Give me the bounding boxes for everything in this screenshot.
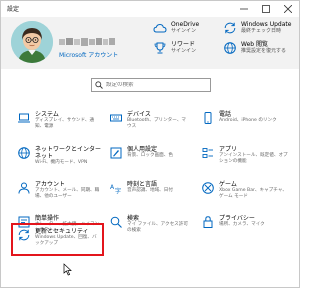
time-language-icon: A 字 — [110, 184, 121, 195]
sync-icon — [224, 22, 236, 34]
header-onedrive-sub: サインイン — [171, 28, 197, 34]
mouse-cursor-icon — [63, 263, 72, 276]
search-input[interactable] — [106, 82, 206, 88]
category-gaming-title: ゲーム — [219, 181, 237, 188]
category-search[interactable]: 検索 マイ ファイル、アクセス許可の検索 — [109, 215, 189, 234]
title-bar: 設定 — [1, 1, 299, 17]
category-phone-desc: Android、iPhone のリンク — [219, 118, 277, 123]
laptop-icon — [18, 113, 30, 123]
cloud-icon — [153, 23, 167, 33]
search-icon — [110, 216, 122, 228]
category-phone-title: 電話 — [219, 111, 232, 118]
header-rewards[interactable]: リワード サインイン — [153, 41, 196, 55]
category-personalization[interactable]: 個人用設定 背景、ロック画面、色 — [109, 146, 189, 160]
header-onedrive-title: OneDrive — [171, 21, 200, 28]
header-windows-update-sub: 最終チェック日時 — [241, 28, 282, 34]
category-search-title: 検索 — [127, 215, 140, 222]
category-privacy[interactable]: プライバシー 場所、カメラ、マイク — [201, 215, 291, 229]
category-devices-desc: Bluetooth、プリンター、マウス — [127, 118, 187, 129]
category-apps[interactable]: アプリ アンインストール、既定値、オプションの機能 — [201, 146, 291, 165]
close-icon — [284, 4, 292, 13]
header-web-browsing-title: Web 閲覧 — [241, 41, 268, 48]
maximize-button[interactable] — [255, 1, 277, 16]
category-time-language-desc: 音声認識、地域、日付 — [127, 188, 173, 193]
category-personalization-desc: 背景、ロック画面、色 — [127, 153, 173, 158]
settings-search-box[interactable] — [91, 78, 211, 92]
person-icon — [18, 182, 30, 194]
minimize-button[interactable] — [233, 1, 255, 16]
category-privacy-desc: 場所、カメラ、マイク — [219, 222, 265, 227]
account-header: Microsoft アカウント OneDrive サインイン Windows U… — [1, 17, 299, 69]
header-rewards-sub: サインイン — [171, 48, 197, 54]
header-onedrive[interactable]: OneDrive サインイン — [153, 21, 199, 35]
maximize-icon — [262, 4, 270, 13]
category-gaming[interactable]: ゲーム Xbox Game Bar、キャプチャ、ゲーム モード — [201, 181, 291, 200]
obscured-user-name — [59, 38, 115, 46]
phone-icon — [204, 112, 212, 124]
header-windows-update[interactable]: Windows Update 最終チェック日時 — [223, 21, 291, 35]
lock-icon — [203, 216, 213, 228]
search-icon — [92, 79, 106, 91]
category-system-desc: ディスプレイ、サウンド、通知、電源 — [35, 118, 95, 129]
category-apps-desc: アンインストール、既定値、オプションの機能 — [219, 153, 288, 164]
brush-icon — [110, 147, 122, 159]
category-network[interactable]: ネットワークとインターネット Wi-Fi、機内モード、VPN — [17, 146, 103, 166]
category-system-title: システム — [35, 111, 59, 118]
header-rewards-title: リワード — [171, 41, 196, 48]
category-time-language[interactable]: A 字 時刻と言語 音声認識、地域、日付 — [109, 181, 189, 195]
window-title: 設定 — [7, 6, 20, 13]
microsoft-account-link[interactable]: Microsoft アカウント — [59, 50, 118, 59]
category-ease-of-access-title: 簡単操作 — [35, 215, 60, 222]
close-button[interactable] — [277, 1, 299, 16]
category-system[interactable]: システム ディスプレイ、サウンド、通知、電源 — [17, 111, 95, 130]
category-accounts-title: アカウント — [35, 181, 66, 188]
keyboard-icon — [110, 114, 122, 122]
avatar[interactable] — [11, 21, 53, 63]
highlight-box — [11, 223, 104, 256]
minimize-icon — [240, 8, 248, 9]
header-windows-update-title: Windows Update — [241, 21, 292, 28]
svg-text:字: 字 — [115, 187, 121, 195]
trophy-icon — [154, 42, 166, 54]
category-devices-title: デバイス — [127, 111, 151, 118]
xbox-icon — [202, 182, 214, 194]
category-phone[interactable]: 電話 Android、iPhone のリンク — [201, 111, 291, 125]
category-accounts-desc: アカウント、メール、同期、職場、他のユーザー — [35, 188, 100, 199]
settings-window: 設定 Microsoft アカウント OneDrive サインイン Window… — [0, 0, 300, 288]
apps-icon — [202, 148, 213, 158]
category-time-language-title: 時刻と言語 — [127, 181, 158, 188]
category-apps-title: アプリ — [219, 146, 238, 153]
category-accounts[interactable]: アカウント アカウント、メール、同期、職場、他のユーザー — [17, 181, 103, 200]
header-web-browsing-sub: 推奨設定を復元する — [241, 48, 287, 54]
category-network-desc: Wi-Fi、機内モード、VPN — [35, 160, 88, 165]
globe-icon — [18, 147, 30, 159]
category-network-title: ネットワークとインターネット — [35, 146, 102, 160]
header-web-browsing[interactable]: Web 閲覧 推奨設定を復元する — [223, 41, 286, 55]
category-devices[interactable]: デバイス Bluetooth、プリンター、マウス — [109, 111, 189, 130]
category-search-desc: マイ ファイル、アクセス許可の検索 — [127, 222, 188, 233]
globe-icon — [224, 42, 236, 54]
user-portrait-icon — [11, 21, 53, 63]
category-privacy-title: プライバシー — [219, 215, 255, 222]
category-personalization-title: 個人用設定 — [127, 146, 158, 153]
category-gaming-desc: Xbox Game Bar、キャプチャ、ゲーム モード — [219, 188, 287, 199]
